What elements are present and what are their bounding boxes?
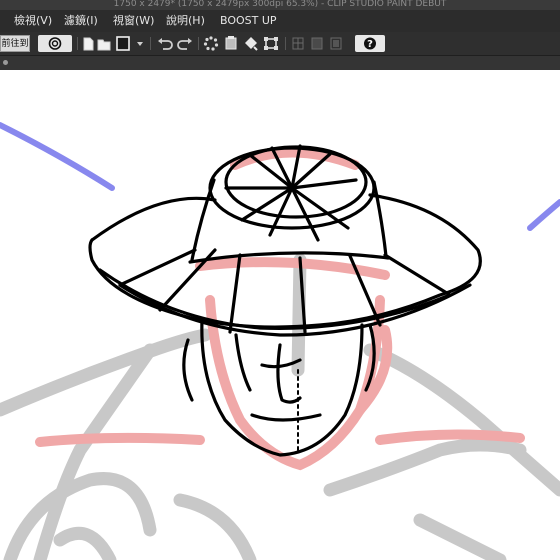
toolbar-separator <box>198 37 199 50</box>
redo-icon[interactable] <box>176 35 194 52</box>
menu-view[interactable]: 檢視(V) <box>14 14 52 28</box>
layer-icon[interactable] <box>222 35 240 52</box>
window-title-bar: 1750 x 2479* (1750 x 2479px 300dpi 65.3%… <box>0 0 560 10</box>
toolbar-separator <box>77 37 78 50</box>
help-icon[interactable]: ? <box>355 35 385 52</box>
menu-filter[interactable]: 濾鏡(I) <box>64 14 98 28</box>
tab-close-icon[interactable] <box>3 60 8 65</box>
save-icon[interactable] <box>113 35 133 52</box>
menu-window[interactable]: 視窗(W) <box>113 14 154 28</box>
frame-icon[interactable] <box>328 35 344 52</box>
loading-spinner-icon[interactable] <box>202 35 220 52</box>
menu-boost-up[interactable]: BOOST UP <box>220 14 277 28</box>
drawing-canvas[interactable] <box>0 70 560 560</box>
document-tab-bar <box>0 56 560 71</box>
go-to-button[interactable]: 前往到 <box>0 35 30 52</box>
gray-body-strokes <box>0 253 560 560</box>
ruler-icon[interactable] <box>309 35 325 52</box>
new-file-icon[interactable] <box>81 35 95 52</box>
toolbar-separator <box>150 37 151 50</box>
clip-studio-logo-icon[interactable] <box>38 35 72 52</box>
grid-icon[interactable] <box>290 35 306 52</box>
window-title: 1750 x 2479* (1750 x 2479px 300dpi 65.3%… <box>113 0 447 9</box>
dropdown-arrow-icon[interactable] <box>135 35 145 52</box>
sketch-artwork <box>0 122 560 560</box>
menu-help[interactable]: 說明(H) <box>166 14 205 28</box>
menu-bar: 檢視(V) 濾鏡(I) 視窗(W) 說明(H) BOOST UP <box>0 10 560 32</box>
open-folder-icon[interactable] <box>96 35 112 52</box>
transform-icon[interactable] <box>262 35 280 52</box>
black-lineart-strokes <box>88 144 482 457</box>
toolbar-separator <box>285 37 286 50</box>
fill-bucket-icon[interactable] <box>242 35 260 52</box>
command-toolbar: 前往到 ? <box>0 32 560 56</box>
svg-text:?: ? <box>367 39 373 50</box>
undo-icon[interactable] <box>156 35 174 52</box>
red-construction-strokes <box>35 147 525 471</box>
